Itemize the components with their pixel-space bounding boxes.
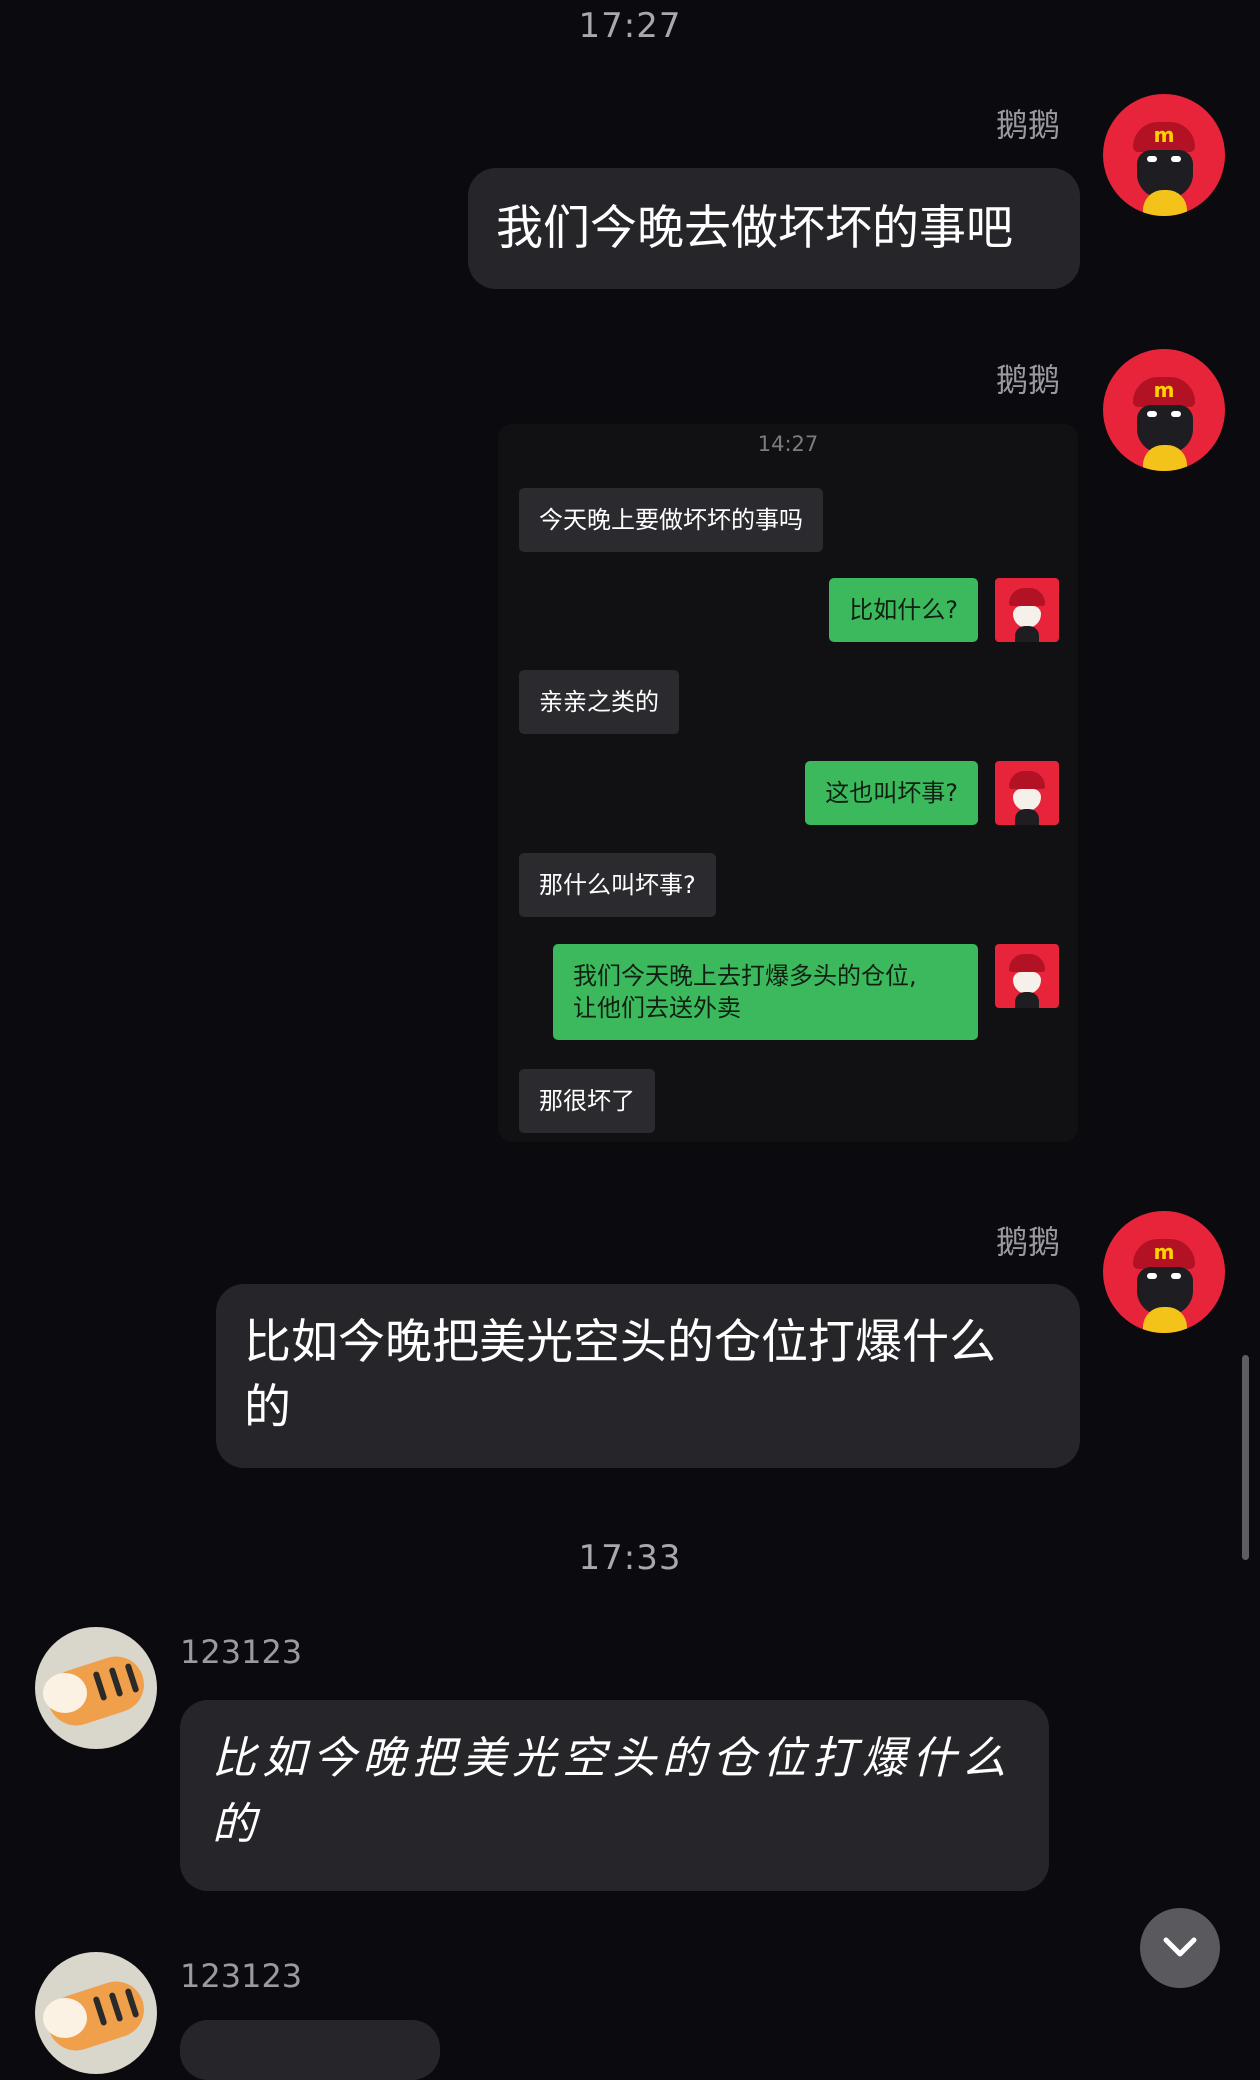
embedded-avatar (995, 944, 1059, 1008)
embedded-message-right: 这也叫坏事? (805, 761, 978, 825)
embedded-message-left: 今天晚上要做坏坏的事吗 (519, 488, 823, 552)
sender-name: 123123 (180, 1633, 303, 1671)
self-avatar[interactable]: m (1103, 349, 1225, 471)
embedded-message-left: 那什么叫坏事? (519, 853, 716, 917)
message-text: 的 (212, 1799, 262, 1850)
timestamp-divider: 17:33 (578, 1538, 682, 1578)
sender-name: 鹅鹅 (996, 1223, 1061, 1261)
message-text: 比如今晚把美光空头的仓位打爆什么 (212, 1733, 1012, 1784)
message-bubble[interactable]: 比如今晚把美光空头的仓位打爆什么 的 (216, 1284, 1080, 1468)
other-avatar[interactable] (35, 1627, 157, 1749)
embedded-message-left: 那很坏了 (519, 1069, 655, 1133)
self-avatar[interactable]: m (1103, 94, 1225, 216)
embedded-message-left: 亲亲之类的 (519, 670, 679, 734)
embedded-screenshot[interactable]: 14:27 今天晚上要做坏坏的事吗 比如什么? 亲亲之类的 这也叫坏事? 那什么… (498, 424, 1078, 1142)
tiger-icon (43, 1673, 87, 1713)
message-text: 比如今晚把美光空头的仓位打爆什么 (244, 1315, 996, 1370)
chevron-down-icon (1163, 1937, 1197, 1957)
tiger-icon (43, 1998, 87, 2038)
message-text: 我们今晚去做坏坏的事吧 (496, 201, 1013, 256)
sender-name: 鹅鹅 (996, 361, 1061, 399)
message-text: 的 (244, 1380, 291, 1435)
self-avatar[interactable]: m (1103, 1211, 1225, 1333)
message-bubble[interactable]: 比如今晚把美光空头的仓位打爆什么 的 (180, 1700, 1049, 1891)
message-bubble[interactable] (180, 2020, 440, 2080)
embedded-message-right: 我们今天晚上去打爆多头的仓位, 让他们去送外卖 (553, 944, 978, 1040)
timestamp-divider: 17:27 (578, 6, 682, 46)
sender-name: 123123 (180, 1957, 303, 1995)
scrollbar[interactable] (1242, 1355, 1249, 1560)
embedded-timestamp: 14:27 (757, 432, 819, 456)
embedded-message-right: 比如什么? (829, 578, 978, 642)
other-avatar[interactable] (35, 1952, 157, 2074)
embedded-avatar (995, 761, 1059, 825)
sender-name: 鹅鹅 (996, 106, 1061, 144)
embedded-avatar (995, 578, 1059, 642)
message-bubble[interactable]: 我们今晚去做坏坏的事吧 (468, 168, 1080, 289)
scroll-to-bottom-button[interactable] (1140, 1908, 1220, 1988)
